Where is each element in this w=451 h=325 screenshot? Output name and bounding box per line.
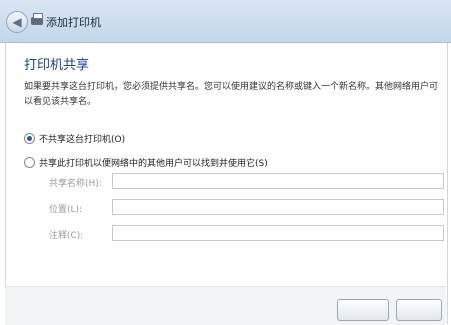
- comment-input[interactable]: [112, 225, 444, 241]
- share-option[interactable]: 共享此打印机以便网络中的其他用户可以找到并使用它(S): [24, 156, 268, 169]
- no-share-option[interactable]: 不共享这台打印机(O): [24, 132, 125, 145]
- share-name-label: 共享名称(H):: [49, 179, 102, 189]
- cancel-button[interactable]: [396, 299, 442, 321]
- location-input[interactable]: [112, 199, 444, 215]
- share-name-input[interactable]: [112, 173, 444, 189]
- location-label: 位置(L):: [49, 205, 83, 215]
- back-button[interactable]: ◀: [6, 11, 28, 33]
- page-heading: 打印机共享: [24, 58, 90, 73]
- comment-label: 注释(C):: [49, 231, 84, 241]
- title-bar: ◀ 添加打印机: [0, 0, 451, 43]
- no-share-label: 不共享这台打印机(O): [39, 135, 126, 145]
- share-radio[interactable]: [24, 157, 35, 168]
- printer-icon: [31, 13, 43, 25]
- no-share-radio[interactable]: [24, 133, 35, 144]
- back-arrow-icon: ◀: [12, 15, 22, 29]
- window-title: 添加打印机: [46, 16, 101, 29]
- share-label: 共享此打印机以便网络中的其他用户可以找到并使用它(S): [39, 159, 268, 169]
- page-description: 如果要共享这台打印机，您必须提供共享名。您可以使用建议的名称或键入一个新名称。其…: [24, 82, 439, 107]
- next-button[interactable]: [337, 299, 389, 321]
